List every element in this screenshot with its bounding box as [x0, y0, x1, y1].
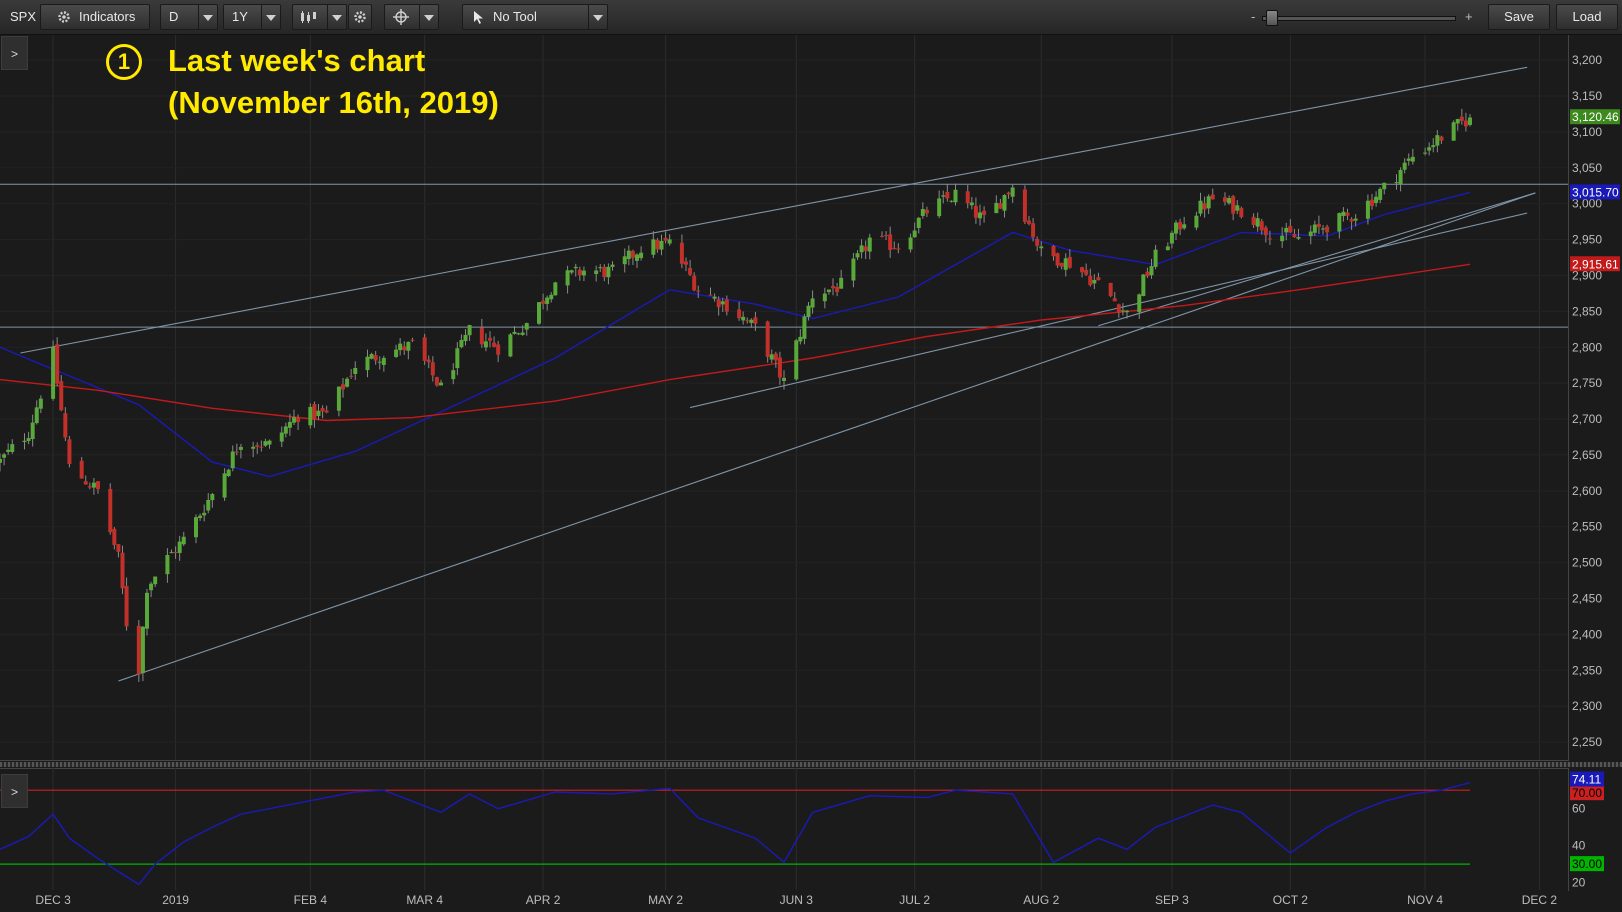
price-tick-label: 2,250 [1572, 735, 1602, 749]
zoom-out-label[interactable]: - [1251, 9, 1255, 24]
date-tick-label: MAR 4 [406, 893, 443, 907]
price-tick-label: 2,650 [1572, 448, 1602, 462]
price-tick-label: 2,950 [1572, 233, 1602, 247]
timeframe-select[interactable]: 1Y [223, 4, 281, 30]
price-tick-label: 3,150 [1572, 89, 1602, 103]
date-tick-label: DEC 2 [1522, 893, 1558, 907]
zoom-slider-track[interactable] [1262, 16, 1456, 21]
load-button[interactable]: Load [1556, 4, 1618, 30]
oscillator-panel[interactable] [0, 768, 1569, 891]
oversold-value-label-box [1570, 856, 1604, 872]
oscillator-tick-label: 60 [1572, 802, 1586, 816]
fast-ma-price-label-box [1570, 184, 1620, 200]
date-tick-label: AUG 2 [1023, 893, 1059, 907]
date-tick-label: 2019 [162, 893, 189, 907]
drawing-tool-value: No Tool [493, 9, 537, 24]
overbought-value-label: 70.00 [1572, 786, 1602, 800]
candlestick-icon [301, 11, 316, 23]
date-tick-label: OCT 2 [1273, 893, 1308, 907]
last-price-label: 3,120.46 [1572, 110, 1619, 124]
panel-splitter-handle[interactable] [0, 762, 1622, 767]
oscillator-value-label: 74.11 [1572, 773, 1601, 787]
main-panel-expand-button[interactable]: > [1, 36, 28, 70]
date-tick-label: JUL 2 [899, 893, 930, 907]
oscillator-tick-label: 20 [1572, 876, 1586, 890]
indicators-button[interactable]: Indicators [40, 4, 150, 30]
slow-ma-price-label: 2,915.61 [1572, 257, 1619, 271]
slow-ma-price-label-box [1570, 256, 1620, 272]
chevron-down-icon [261, 5, 280, 29]
price-tick-label: 2,350 [1572, 663, 1602, 677]
price-chart-panel[interactable] [0, 35, 1569, 761]
price-tick-label: 3,200 [1572, 53, 1602, 67]
price-tick-label: 2,850 [1572, 304, 1602, 318]
sub-panel-expand-button[interactable]: > [1, 774, 28, 808]
drawing-tool-select[interactable]: No Tool [462, 4, 608, 30]
chevron-down-icon [198, 5, 217, 29]
oscillator-value-label-box [1570, 771, 1604, 787]
price-tick-label: 3,000 [1572, 197, 1602, 211]
indicators-label: Indicators [79, 9, 136, 24]
chevron-down-icon [588, 5, 607, 29]
settings-icon [354, 11, 366, 23]
date-tick-label: FEB 4 [294, 893, 328, 907]
price-tick-label: 2,900 [1572, 268, 1602, 282]
price-tick-label: 2,550 [1572, 520, 1602, 534]
chart-settings-button[interactable] [348, 4, 372, 30]
annotation-marker: 1 [106, 44, 142, 80]
oversold-value-label: 30.00 [1572, 857, 1602, 871]
save-button[interactable]: Save [1488, 4, 1550, 30]
price-tick-label: 3,100 [1572, 125, 1602, 139]
price-tick-label: 2,600 [1572, 484, 1602, 498]
price-tick-label: 2,750 [1572, 376, 1602, 390]
price-tick-label: 2,700 [1572, 412, 1602, 426]
gear-icon [58, 11, 70, 23]
oscillator-tick-label: 40 [1572, 839, 1586, 853]
price-tick-label: 2,450 [1572, 591, 1602, 605]
price-tick-label: 2,500 [1572, 556, 1602, 570]
price-tick-label: 2,800 [1572, 340, 1602, 354]
chevron-down-icon [419, 5, 438, 29]
cursor-arrow-icon [474, 11, 483, 24]
date-tick-label: DEC 3 [35, 893, 71, 907]
symbol-label[interactable]: SPX [10, 9, 36, 24]
date-tick-label: APR 2 [526, 893, 561, 907]
price-tick-label: 2,400 [1572, 627, 1602, 641]
date-tick-label: JUN 3 [780, 893, 814, 907]
aggregation-value: D [169, 9, 179, 24]
crosshair-icon [393, 9, 409, 25]
zoom-in-label[interactable]: + [1465, 9, 1473, 24]
annotation-title: Last week's chart [168, 43, 426, 78]
zoom-slider-handle[interactable] [1266, 10, 1278, 26]
timeframe-value: 1Y [232, 9, 248, 24]
overbought-value-label-box [1570, 785, 1604, 801]
chart-style-select[interactable] [292, 4, 347, 30]
price-tick-label: 3,050 [1572, 161, 1602, 175]
price-tick-label: 2,300 [1572, 699, 1602, 713]
last-price-label-box [1570, 109, 1620, 125]
price-axis: 2,250 2,300 2,350 2,400 2,450 2,500 2,550 2,600… [1570, 53, 1620, 749]
fast-ma-price-label: 3,015.70 [1572, 185, 1619, 199]
annotation-subtitle: (November 16th, 2019) [168, 85, 499, 120]
date-tick-label: MAY 2 [648, 893, 683, 907]
chevron-down-icon [327, 5, 346, 29]
date-axis: DEC 3 2019 FEB 4 MAR 4 APR 2 MAY 2 JUN 3 JUL 2 A… [35, 893, 1557, 907]
date-tick-label: NOV 4 [1407, 893, 1443, 907]
chart-toolbar: SPX Indicators D 1Y No Tool - + Save Loa… [0, 0, 1622, 35]
crosshair-select[interactable] [384, 4, 439, 30]
date-tick-label: SEP 3 [1155, 893, 1189, 907]
aggregation-select[interactable]: D [160, 4, 218, 30]
